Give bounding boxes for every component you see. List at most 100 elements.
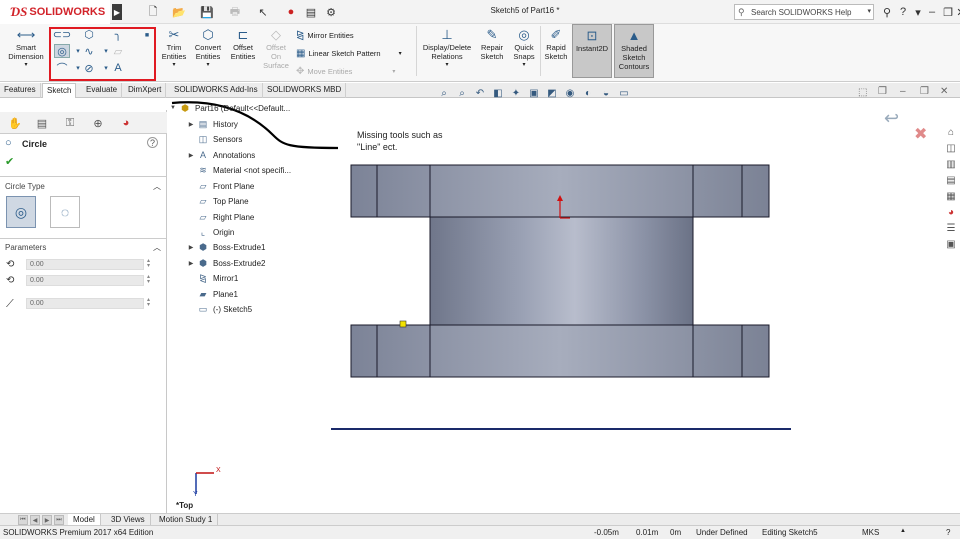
tab-features[interactable]: Features [0,83,41,98]
design-library-icon[interactable]: ▥ [944,157,958,171]
stepper-icon[interactable]: ▴ ▾ [147,274,153,285]
help-icon[interactable]: ? [147,137,158,148]
expand-icon[interactable]: ▶ [186,121,196,128]
tree-item-sensors[interactable]: ◫ Sensors [186,133,243,145]
display-style-icon[interactable]: ◩ [544,86,560,100]
tree-item-history[interactable]: ▶ ▤ History [186,118,238,130]
tab-evaluate[interactable]: Evaluate [82,83,123,98]
view-palette-icon[interactable]: ▦ [944,189,958,203]
perimeter-circle-button[interactable]: ◌ [50,196,80,228]
units-chevron-icon[interactable]: ▲ [900,528,906,534]
tree-item-plane1[interactable]: ▰ Plane1 [186,288,238,300]
edit-appearance-icon[interactable]: ◐ [580,86,596,100]
radius-field[interactable]: 0.00 [26,298,144,309]
apply-scene-icon[interactable]: ◒ [598,86,614,100]
tree-root[interactable]: ▼ ⬢ Part16 (Default<<Default... [168,102,290,114]
trim-entities-button[interactable]: ✂ Trim Entities ▾ [160,26,188,70]
expand-icon[interactable]: ▶ [186,152,196,159]
dimxpert-manager-tab-icon[interactable]: ⊕ [89,116,107,130]
maximize-icon[interactable]: ❐ [941,4,955,20]
tree-item-boss-extrude2[interactable]: ▶ ⬢ Boss-Extrude2 [186,257,266,269]
cancel-sketch-icon[interactable]: ✖ [914,124,927,144]
tree-item-mirror1[interactable]: ⧎ Mirror1 [186,272,238,284]
restore-view-icon[interactable]: ⬚ [858,87,867,98]
resources-icon[interactable]: ◫ [944,141,958,155]
viewport-maximize-icon[interactable]: ❐ [920,86,929,97]
minimize-icon[interactable]: – [925,4,939,20]
collapse-chevron-icon[interactable]: ︿ [153,242,161,253]
tree-item-sketch5[interactable]: ▭ (-) Sketch5 [186,303,252,315]
property-manager-tab-icon[interactable]: ▤ [33,116,51,130]
smart-dimension-button[interactable]: ⟷ Smart Dimension ▾ [6,26,46,70]
previous-view-icon[interactable]: ↶ [472,86,488,100]
help-menu-chevron-icon[interactable]: ▾ [911,4,925,20]
rapid-sketch-button[interactable]: ✐ Rapid Sketch [542,26,570,62]
convert-entities-button[interactable]: ⬡ Convert Entities ▾ [192,26,224,70]
shaded-sketch-contours-button[interactable]: ▲ Shaded Sketch Contours [614,24,654,78]
dynamic-annotation-icon[interactable]: ✦ [508,86,524,100]
zoom-to-fit-icon[interactable]: ⌕ [436,86,452,100]
linear-sketch-pattern-button[interactable]: ▦ Linear Sketch Pattern ▾ [296,48,402,59]
instant2d-button[interactable]: ⊡ Instant2D [572,24,612,78]
move-entities-label: Move Entities [307,67,353,76]
quick-snaps-button[interactable]: ◎ Quick Snaps ▾ [510,26,538,70]
user-icon[interactable]: ⚲ [880,4,894,20]
last-tab-icon[interactable]: ⏭ [54,515,64,525]
close-icon[interactable]: ✕ [954,4,960,20]
tab-addins[interactable]: SOLIDWORKS Add-Ins [170,83,263,98]
tree-item-top-plane[interactable]: ▱ Top Plane [186,195,249,207]
tree-item-front-plane[interactable]: ▱ Front Plane [186,180,255,192]
ok-check-icon[interactable]: ✔ [5,155,14,168]
offset-on-surface-button[interactable]: ◇ Offset On Surface [262,26,290,71]
stepper-icon[interactable]: ▴ ▾ [147,258,153,269]
view-settings-icon[interactable]: ▭ [616,86,632,100]
help-icon[interactable]: ? [896,4,910,20]
display-delete-relations-button[interactable]: ⊥ Display/Delete Relations ▾ [420,26,474,70]
expand-icon[interactable]: ▶ [186,244,196,251]
center-body[interactable] [429,216,694,326]
offset-entities-button[interactable]: ⊏ Offset Entities [228,26,258,62]
tab-sketch[interactable]: Sketch [42,83,77,98]
tab-mbd[interactable]: SOLIDWORKS MBD [263,83,347,98]
next-tab-icon[interactable]: ▶ [42,515,52,525]
center-y-field[interactable]: 0.00 [26,275,144,286]
previous-tab-icon[interactable]: ◀ [30,515,40,525]
zoom-to-area-icon[interactable]: ⌕ [454,86,470,100]
tree-item-origin[interactable]: ⌞ Origin [186,226,234,238]
configuration-manager-tab-icon[interactable]: ⚿ [61,116,79,130]
tree-item-material[interactable]: ≋ Material <not specifi... [186,164,291,176]
bottom-flange[interactable] [350,324,770,378]
mirror-entities-button[interactable]: ⧎ Mirror Entities [296,30,354,41]
center-circle-button[interactable]: ◎ [6,196,36,228]
forum-icon[interactable]: ▣ [944,237,958,251]
hide-show-icon[interactable]: ◉ [562,86,578,100]
tab-dimxpert[interactable]: DimXpert [124,83,167,98]
rebuild-status-icon[interactable]: ? [946,528,950,537]
repair-sketch-button[interactable]: ✎ Repair Sketch [478,26,506,62]
tile-icon[interactable]: ❐ [878,86,887,97]
tree-item-boss-extrude1[interactable]: ▶ ⬢ Boss-Extrude1 [186,241,266,253]
exit-sketch-icon[interactable]: ↩ [884,108,899,129]
tree-item-right-plane[interactable]: ▱ Right Plane [186,211,255,223]
first-tab-icon[interactable]: ⏮ [18,515,28,525]
chevron-down-icon[interactable]: ▾ [867,7,871,15]
appearances-icon[interactable]: ◕ [944,205,958,219]
collapse-chevron-icon[interactable]: ︿ [153,181,161,192]
viewport-minimize-icon[interactable]: – [900,86,906,97]
viewport-close-icon[interactable]: ✕ [940,86,948,97]
tree-item-annotations[interactable]: ▶ A Annotations [186,149,256,161]
custom-properties-icon[interactable]: ☰ [944,221,958,235]
feature-manager-tab-icon[interactable]: ✋ [6,116,24,130]
view-orientation-icon[interactable]: ▣ [526,86,542,100]
section-view-icon[interactable]: ◧ [490,86,506,100]
display-manager-tab-icon[interactable]: ◕ [117,116,135,130]
units-selector[interactable]: MKS [862,528,879,537]
expand-icon[interactable]: ▶ [186,260,196,267]
help-search-input[interactable]: ⚲ Search SOLIDWORKS Help ▾ [734,4,874,20]
home-icon[interactable]: ⌂ [944,125,958,139]
expand-icon[interactable]: ▼ [168,105,178,111]
file-explorer-icon[interactable]: ▤ [944,173,958,187]
center-x-field[interactable]: 0.00 [26,259,144,270]
stepper-icon[interactable]: ▴ ▾ [147,297,153,308]
move-entities-button[interactable]: ✥ Move Entities ▾ [296,66,395,77]
